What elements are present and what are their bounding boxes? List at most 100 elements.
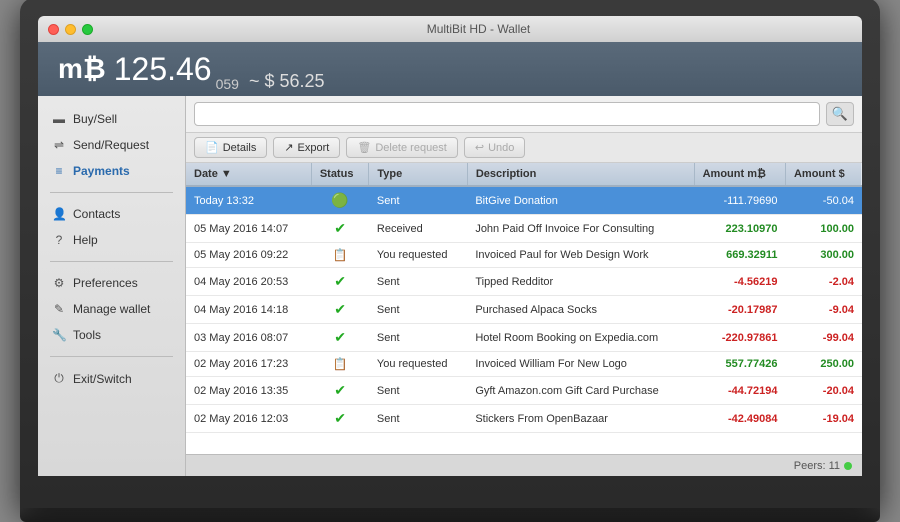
export-label: Export (298, 142, 330, 154)
sidebar-item-payments[interactable]: ≡ Payments (38, 158, 185, 184)
sidebar-item-label: Exit/Switch (73, 372, 132, 386)
cell-status: 📋 (311, 352, 369, 377)
sidebar-item-label: Help (73, 233, 98, 247)
peers-count: 11 (829, 460, 840, 472)
footer-bar: Peers: 11 (186, 454, 862, 476)
send-request-icon: ⇌ (52, 138, 66, 152)
delete-request-button[interactable]: 🗑 Delete request (346, 137, 458, 158)
cell-type: Sent (369, 377, 467, 405)
sidebar-section-4: ⏻ Exit/Switch (38, 363, 185, 394)
status-icon: ✔ (334, 382, 346, 398)
search-input[interactable] (194, 102, 820, 126)
sidebar-item-label: Send/Request (73, 138, 149, 152)
search-button[interactable]: 🔍 (826, 102, 854, 126)
cell-amount-btc: 223.10970 (694, 215, 785, 243)
table-row[interactable]: 04 May 2016 20:53 ✔ Sent Tipped Redditor… (186, 268, 862, 296)
content-area: 🔍 📄 Details ↗ Export (186, 96, 862, 476)
export-icon: ↗ (284, 141, 293, 154)
status-icon: ✔ (334, 220, 346, 236)
cell-type: Sent (369, 186, 467, 215)
cell-date: 02 May 2016 12:03 (186, 405, 311, 433)
sidebar: ▬ Buy/Sell ⇌ Send/Request ≡ Payments (38, 96, 186, 476)
table-row[interactable]: 05 May 2016 14:07 ✔ Received John Paid O… (186, 215, 862, 243)
buy-sell-icon: ▬ (52, 112, 66, 126)
cell-description: Gyft Amazon.com Gift Card Purchase (467, 377, 694, 405)
close-button[interactable] (48, 24, 59, 35)
cell-description: Invoiced Paul for Web Design Work (467, 243, 694, 268)
col-description: Description (467, 163, 694, 186)
contacts-icon: 👤 (52, 207, 66, 221)
cell-amount-btc: -20.17987 (694, 296, 785, 324)
cell-amount-btc: -42.49084 (694, 405, 785, 433)
cell-description: Hotel Room Booking on Expedia.com (467, 324, 694, 352)
cell-amount-usd: 250.00 (785, 352, 862, 377)
col-amount-btc: Amount m₿ (694, 163, 785, 186)
cell-status: ✔ (311, 405, 369, 433)
cell-amount-btc: 669.32911 (694, 243, 785, 268)
cell-amount-usd: -99.04 (785, 324, 862, 352)
cell-amount-btc: -111.79690 (694, 186, 785, 215)
status-icon: 📋 (333, 357, 348, 371)
table-row[interactable]: 02 May 2016 17:23 📋 You requested Invoic… (186, 352, 862, 377)
sidebar-item-label: Buy/Sell (73, 112, 117, 126)
balance-main: 125.46 (114, 51, 212, 88)
table-row[interactable]: 02 May 2016 13:35 ✔ Sent Gyft Amazon.com… (186, 377, 862, 405)
cell-date: 02 May 2016 13:35 (186, 377, 311, 405)
undo-button[interactable]: ↩ Undo (464, 137, 526, 158)
delete-label: Delete request (375, 142, 447, 154)
help-icon: ? (52, 233, 66, 247)
sidebar-item-contacts[interactable]: 👤 Contacts (38, 201, 185, 227)
window-title: MultiBit HD - Wallet (105, 22, 852, 36)
exit-icon: ⏻ (52, 371, 66, 386)
cell-date: 05 May 2016 14:07 (186, 215, 311, 243)
sidebar-item-send-request[interactable]: ⇌ Send/Request (38, 132, 185, 158)
sidebar-item-label: Preferences (73, 276, 138, 290)
cell-type: Sent (369, 405, 467, 433)
sidebar-item-help[interactable]: ? Help (38, 227, 185, 253)
table-row[interactable]: Today 13:32 🟢 Sent BitGive Donation -111… (186, 186, 862, 215)
cell-status: ✔ (311, 268, 369, 296)
cell-status: ✔ (311, 296, 369, 324)
details-button[interactable]: 📄 Details (194, 137, 267, 158)
cell-date: Today 13:32 (186, 186, 311, 215)
export-button[interactable]: ↗ Export (273, 137, 340, 158)
col-date: Date ▼ (186, 163, 311, 186)
action-bar: 📄 Details ↗ Export 🗑 Delete request (186, 133, 862, 163)
payments-icon: ≡ (52, 164, 66, 178)
cell-description: BitGive Donation (467, 186, 694, 215)
col-type: Type (369, 163, 467, 186)
peers-status-dot (844, 462, 852, 470)
delete-icon: 🗑 (357, 141, 371, 154)
cell-amount-btc: -220.97861 (694, 324, 785, 352)
transactions-table-container: Date ▼ Status Type Description Amount m₿… (186, 163, 862, 454)
table-row[interactable]: 04 May 2016 14:18 ✔ Sent Purchased Alpac… (186, 296, 862, 324)
sidebar-item-manage-wallet[interactable]: ✎ Manage wallet (38, 296, 185, 322)
cell-amount-btc: -44.72194 (694, 377, 785, 405)
status-icon: ✔ (334, 273, 346, 289)
cell-type: You requested (369, 352, 467, 377)
cell-description: John Paid Off Invoice For Consulting (467, 215, 694, 243)
cell-description: Purchased Alpaca Socks (467, 296, 694, 324)
cell-status: 🟢 (311, 186, 369, 215)
sidebar-item-tools[interactable]: 🔧 Tools (38, 322, 185, 348)
cell-date: 04 May 2016 20:53 (186, 268, 311, 296)
sidebar-item-exit-switch[interactable]: ⏻ Exit/Switch (38, 365, 185, 392)
traffic-lights (48, 24, 93, 35)
table-row[interactable]: 03 May 2016 08:07 ✔ Sent Hotel Room Book… (186, 324, 862, 352)
status-icon: ✔ (334, 329, 346, 345)
sidebar-section-2: 👤 Contacts ? Help (38, 199, 185, 255)
manage-wallet-icon: ✎ (52, 302, 66, 316)
sidebar-item-preferences[interactable]: ⚙ Preferences (38, 270, 185, 296)
table-row[interactable]: 02 May 2016 12:03 ✔ Sent Stickers From O… (186, 405, 862, 433)
maximize-button[interactable] (82, 24, 93, 35)
sidebar-item-buy-sell[interactable]: ▬ Buy/Sell (38, 106, 185, 132)
minimize-button[interactable] (65, 24, 76, 35)
status-icon: 📋 (333, 248, 348, 262)
status-icon: ✔ (334, 410, 346, 426)
cell-amount-btc: -4.56219 (694, 268, 785, 296)
table-row[interactable]: 05 May 2016 09:22 📋 You requested Invoic… (186, 243, 862, 268)
cell-amount-usd: -2.04 (785, 268, 862, 296)
cell-type: You requested (369, 243, 467, 268)
main-body: ▬ Buy/Sell ⇌ Send/Request ≡ Payments (38, 96, 862, 476)
peers-label: Peers: (794, 460, 826, 472)
